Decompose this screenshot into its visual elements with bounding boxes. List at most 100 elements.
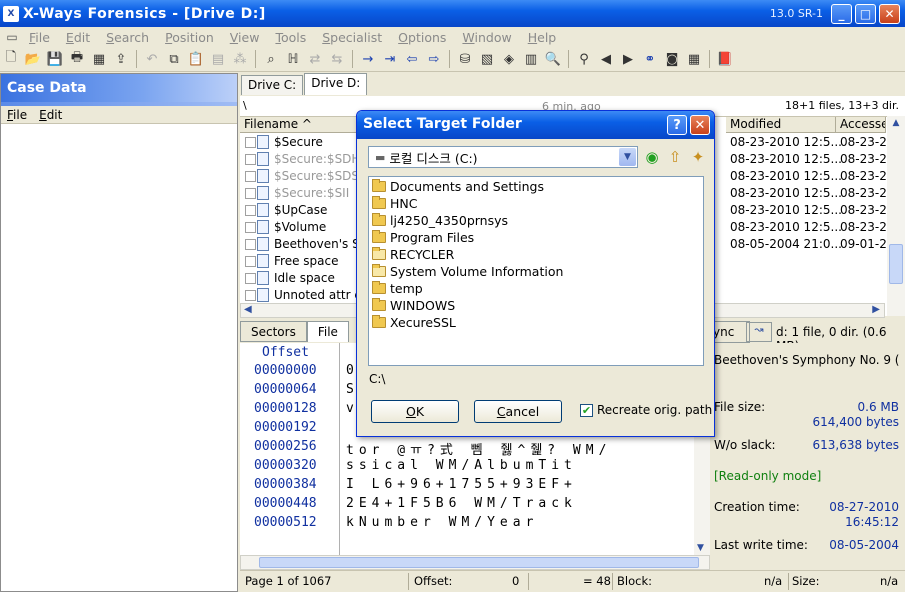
system-menu-icon[interactable]: ▭ — [3, 29, 21, 45]
col-modified[interactable]: Modified — [726, 117, 836, 133]
recreate-path-checkbox[interactable]: ✔ — [580, 404, 593, 417]
new-icon[interactable]: 🗋 — [0, 49, 22, 69]
print-icon[interactable]: 🖶 — [66, 49, 88, 69]
help-book-icon[interactable]: 📕 — [714, 49, 736, 69]
hex-text[interactable]: 2E4+1F5B6 WM/Track — [346, 496, 696, 511]
tab-sectors[interactable]: Sectors — [240, 321, 307, 342]
ram-icon[interactable]: ▥ — [520, 49, 542, 69]
chevron-down-icon[interactable]: ▼ — [619, 148, 636, 166]
menu-help[interactable]: Help — [520, 30, 565, 45]
menu-view[interactable]: View — [222, 30, 268, 45]
hex-text[interactable]: ssical WM/AlbumTit — [346, 458, 696, 473]
ok-button[interactable]: OK — [371, 400, 459, 423]
back-icon[interactable]: ◉ — [642, 147, 662, 167]
save-icon[interactable]: 💾 — [44, 49, 66, 69]
open-icon[interactable]: 📂 — [22, 49, 44, 69]
col-filename[interactable]: Filename ^ — [240, 117, 360, 133]
folder-item[interactable]: System Volume Information — [372, 263, 563, 280]
search-icon[interactable]: ⌕ — [260, 49, 282, 69]
folder-item[interactable]: temp — [372, 280, 423, 297]
case-menu-edit[interactable]: Edit — [33, 108, 68, 122]
hex-text[interactable]: tor @ㅠ?式 뻼 쥃^쥁? WM/ — [346, 439, 696, 458]
sync-arrow-icon[interactable]: ↝ — [746, 322, 772, 342]
hex-text[interactable]: I L6+96+1755+93EF+ — [346, 477, 696, 492]
menu-edit[interactable]: Edit — [58, 30, 98, 45]
binoculars-icon[interactable]: ⚲ — [573, 49, 595, 69]
folder-item[interactable]: WINDOWS — [372, 297, 455, 314]
hex-text[interactable]: kNumber WM/Year — [346, 515, 696, 530]
prev-icon[interactable]: ◀ — [595, 49, 617, 69]
cancel-button[interactable]: Cancel — [474, 400, 562, 423]
clipboard-icon[interactable]: ▤ — [207, 49, 229, 69]
tab-file[interactable]: File — [306, 321, 349, 342]
row-checkbox[interactable] — [245, 205, 256, 216]
folder-item[interactable]: lj4250_4350prnsys — [372, 212, 508, 229]
file-list-scrollbar[interactable]: ▲ — [887, 116, 905, 316]
up-folder-icon[interactable]: ⇧ — [665, 147, 685, 167]
menu-options[interactable]: Options — [390, 30, 454, 45]
row-checkbox[interactable] — [245, 222, 256, 233]
folder-item[interactable]: Documents and Settings — [372, 178, 544, 195]
hex-edit-icon[interactable]: ⁂ — [229, 49, 251, 69]
goto-offset-icon[interactable]: → — [357, 49, 379, 69]
new-folder-icon[interactable]: ✦ — [688, 147, 708, 167]
scroll-left-icon[interactable]: ◀ — [244, 304, 252, 315]
hex-hscrollbar[interactable] — [240, 555, 710, 570]
goto-sector-icon[interactable]: ⇥ — [379, 49, 401, 69]
dialog-help-button[interactable]: ? — [667, 115, 687, 135]
sync-button[interactable]: ync — [710, 321, 750, 343]
folder-item[interactable]: Program Files — [372, 229, 474, 246]
recreate-path-label[interactable]: Recreate orig. path — [597, 403, 712, 417]
maximize-button[interactable]: □ — [855, 4, 876, 24]
menu-tools[interactable]: Tools — [267, 30, 314, 45]
row-checkbox[interactable] — [245, 171, 256, 182]
folder-item[interactable]: HNC — [372, 195, 417, 212]
export-icon[interactable]: ⇪ — [110, 49, 132, 69]
find-hex-icon[interactable]: ℍ — [282, 49, 304, 69]
paste-icon[interactable]: 📋 — [185, 49, 207, 69]
replace-text-icon[interactable]: ⇄ — [304, 49, 326, 69]
hex-hscroll-thumb[interactable] — [259, 557, 699, 568]
replace-hex-icon[interactable]: ⇆ — [326, 49, 348, 69]
drive-select[interactable]: ▬ 로컬 디스크 (C:) ▼ — [368, 146, 638, 168]
tab-drive-d[interactable]: Drive D: — [304, 73, 368, 95]
scroll-right-icon[interactable]: ▶ — [872, 304, 880, 315]
camera-icon[interactable]: ◙ — [661, 49, 683, 69]
volume-icon[interactable]: ◈ — [498, 49, 520, 69]
menu-position[interactable]: Position — [157, 30, 222, 45]
minimize-button[interactable]: _ — [831, 4, 852, 24]
row-checkbox[interactable] — [245, 256, 256, 267]
find-icon[interactable]: ⚭ — [639, 49, 661, 69]
close-button[interactable]: ✕ — [879, 4, 900, 24]
row-checkbox[interactable] — [245, 273, 256, 284]
calculator-icon[interactable]: ▦ — [683, 49, 705, 69]
forward-icon[interactable]: ⇨ — [423, 49, 445, 69]
row-checkbox[interactable] — [245, 239, 256, 250]
dialog-close-button[interactable]: ✕ — [690, 115, 710, 135]
folder-item[interactable]: XecureSSL — [372, 314, 456, 331]
menu-search[interactable]: Search — [98, 30, 157, 45]
scroll-down-icon[interactable]: ▼ — [697, 543, 704, 553]
row-checkbox[interactable] — [245, 137, 256, 148]
case-menu-file[interactable]: File — [1, 108, 33, 122]
copy-icon[interactable]: ⧉ — [163, 49, 185, 69]
col-accessed[interactable]: Accessed — [836, 117, 886, 133]
row-checkbox[interactable] — [245, 154, 256, 165]
menu-file[interactable]: File — [21, 30, 58, 45]
disk-icon[interactable]: ⛁ — [454, 49, 476, 69]
snapshot-icon[interactable]: ▧ — [476, 49, 498, 69]
undo-icon[interactable]: ↶ — [141, 49, 163, 69]
back-icon[interactable]: ⇦ — [401, 49, 423, 69]
tab-drive-c[interactable]: Drive C: — [241, 75, 304, 95]
menu-window[interactable]: Window — [454, 30, 519, 45]
row-checkbox[interactable] — [245, 188, 256, 199]
properties-icon[interactable]: ▦ — [88, 49, 110, 69]
row-checkbox[interactable] — [245, 290, 256, 301]
menu-specialist[interactable]: Specialist — [314, 30, 390, 45]
scroll-up-icon[interactable]: ▲ — [889, 118, 903, 132]
next-icon[interactable]: ▶ — [617, 49, 639, 69]
search-globe-icon[interactable]: 🔍 — [542, 49, 564, 69]
scroll-thumb[interactable] — [889, 244, 903, 284]
folder-item[interactable]: RECYCLER — [372, 246, 454, 263]
folder-tree[interactable]: Documents and Settings HNC lj4250_4350prns… — [368, 176, 704, 366]
